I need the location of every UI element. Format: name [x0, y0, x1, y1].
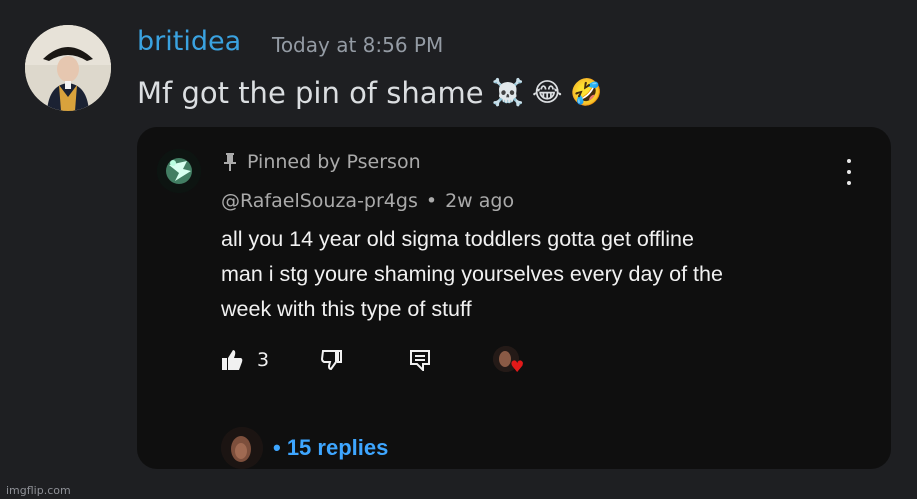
meta-separator: • — [425, 190, 438, 212]
pinned-label: Pinned by Pserson — [247, 151, 421, 173]
comment-line: all you 14 year old sigma toddlers gotta… — [221, 227, 694, 251]
comment-meta: @RafaelSouza-pr4gs • 2w ago — [221, 190, 514, 212]
message-text: Mf got the pin of shame — [137, 76, 484, 110]
message-timestamp: Today at 8:56 PM — [272, 33, 444, 57]
skull-crossbones-emoji: ☠️ — [491, 78, 524, 108]
watermark: imgflip.com — [6, 484, 71, 497]
comment-body: all you 14 year old sigma toddlers gotta… — [221, 222, 861, 327]
comment-age: 2w ago — [445, 190, 515, 212]
like-count: 3 — [257, 349, 270, 371]
comment-line: man i stg youre shaming yourselves every… — [221, 262, 723, 286]
creator-heart: ♥ — [493, 346, 527, 380]
reply-avatar — [221, 427, 263, 469]
dislike-button[interactable] — [320, 349, 343, 375]
commenter-avatar[interactable] — [157, 149, 201, 193]
commenter-handle[interactable]: @RafaelSouza-pr4gs — [221, 190, 418, 212]
username[interactable]: britidea — [137, 26, 241, 57]
reply-icon — [410, 350, 430, 373]
replies-count-link[interactable]: • 15 replies — [273, 435, 388, 461]
more-vertical-icon[interactable] — [842, 159, 856, 185]
message-text-row: Mf got the pin of shame ☠️ 😂 🤣 — [137, 76, 603, 110]
chat-message: britidea Today at 8:56 PM Mf got the pin… — [0, 0, 917, 499]
user-avatar[interactable] — [25, 25, 111, 111]
comment-screenshot: Pinned by Pserson @RafaelSouza-pr4gs • 2… — [137, 127, 891, 469]
tears-of-joy-emoji: 😂 — [531, 78, 563, 108]
comment-line: week with this type of stuff — [221, 297, 472, 321]
comment-actions: 3 ♥ — [221, 346, 541, 380]
reply-button[interactable] — [409, 349, 431, 375]
pinned-row: Pinned by Pserson — [223, 151, 421, 173]
thumbs-down-icon — [320, 350, 342, 371]
thumbs-up-icon — [222, 350, 243, 370]
rofl-emoji: 🤣 — [570, 78, 603, 108]
like-button[interactable]: 3 — [221, 349, 269, 371]
pin-icon — [224, 153, 236, 171]
view-replies[interactable]: • 15 replies — [221, 427, 388, 469]
heart-icon: ♥ — [510, 357, 525, 376]
